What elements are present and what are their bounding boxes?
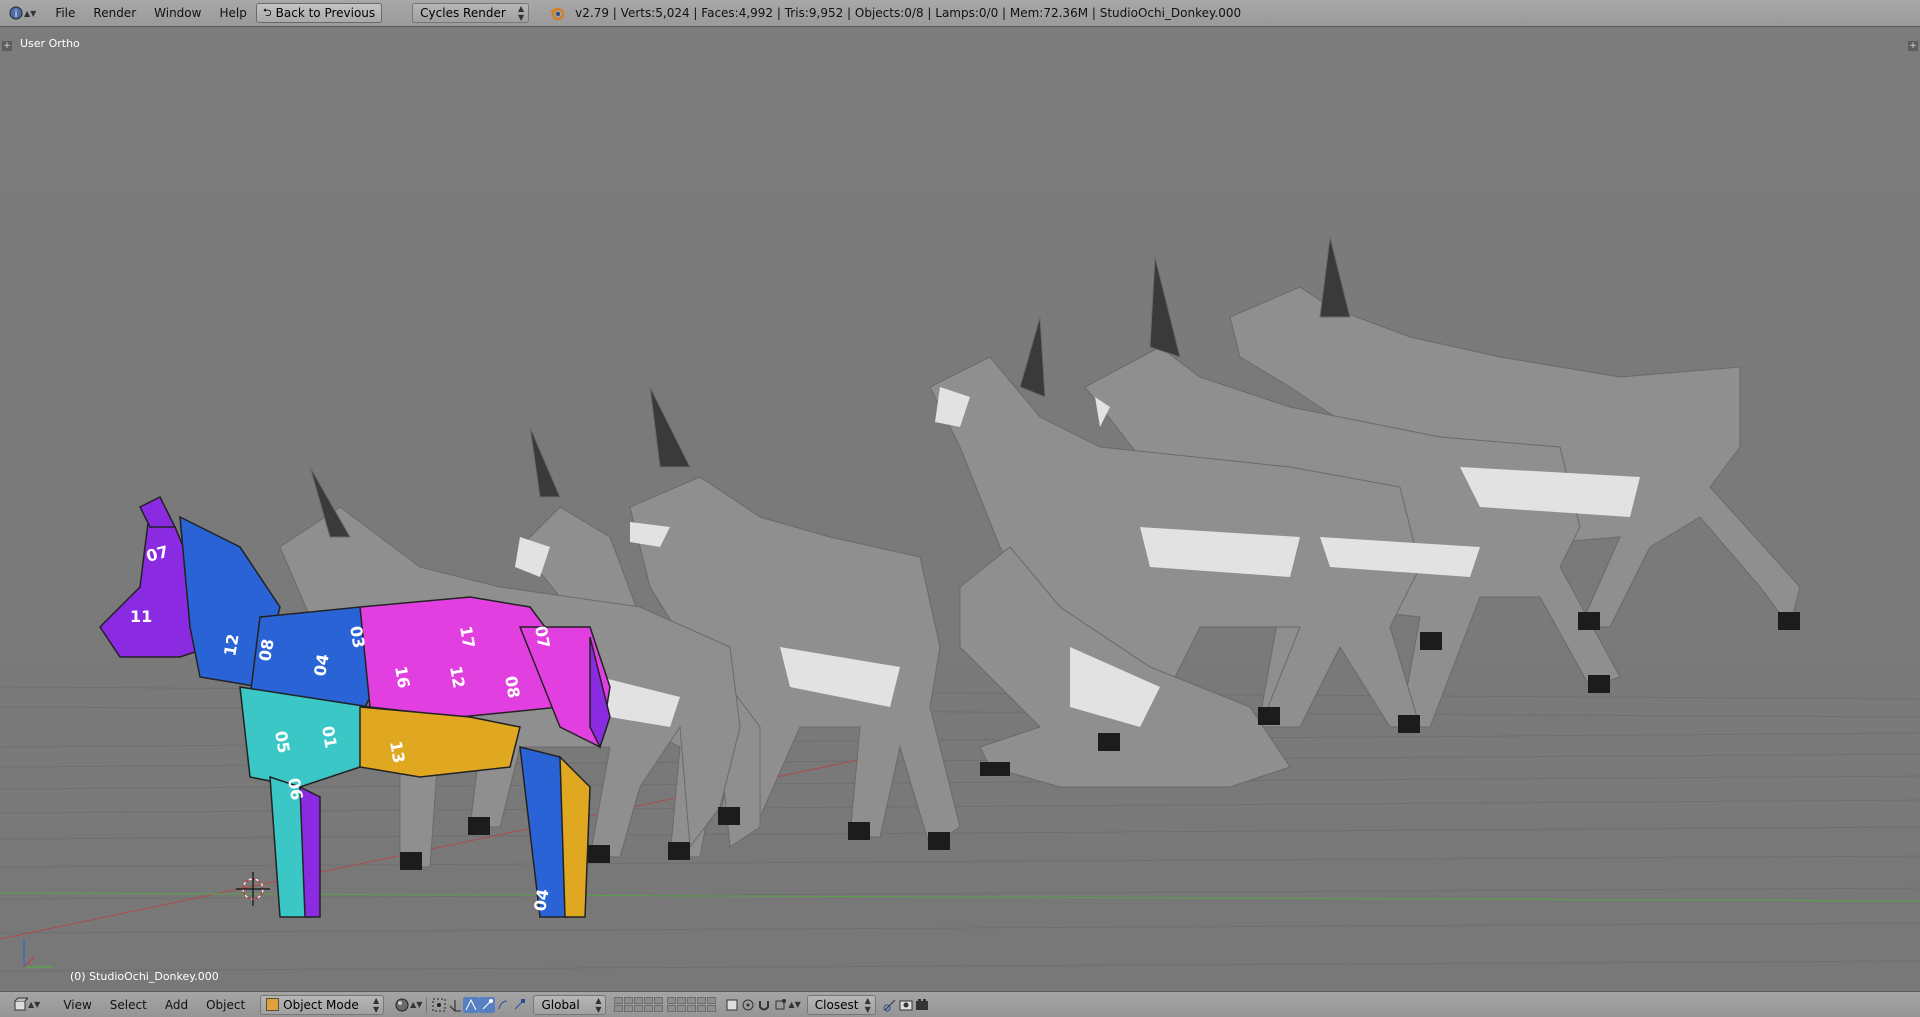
menu-add[interactable]: Add [156, 995, 197, 1015]
manipulator-extra-icon[interactable] [511, 997, 527, 1013]
dropdown-arrows-icon-2: ▲ ▼ [373, 995, 380, 1014]
uv-num-15: 04 [530, 887, 553, 912]
lock-layers-icon[interactable] [724, 997, 740, 1013]
editor-type-arrows-icon-2[interactable]: ▲▼ [28, 1000, 40, 1009]
menu-view[interactable]: View [54, 995, 100, 1015]
render-animation-icon[interactable] [914, 997, 930, 1013]
uv-num-5: 05 [271, 729, 294, 754]
snap-target-label: Closest [814, 997, 859, 1012]
orientation-label: Global [541, 997, 580, 1012]
render-engine-select[interactable]: Cycles Render ▲ ▼ [412, 3, 530, 23]
uv-num-2: 08 [255, 637, 278, 662]
back-arrow-icon: ⮌ [262, 6, 272, 19]
uv-num-3: 12 [220, 632, 243, 657]
menu-window[interactable]: Window [145, 3, 210, 23]
scene-stats: v2.79 | Verts:5,024 | Faces:4,992 | Tris… [575, 6, 1242, 20]
editor-type-arrows-icon[interactable]: ▲▼ [24, 9, 36, 18]
3d-viewport[interactable]: 07 11 08 12 04 05 01 06 13 16 12 08 07 1… [0, 27, 1920, 991]
dropdown-arrows-icon-3: ▲ ▼ [595, 995, 602, 1014]
uv-num-10: 12 [446, 664, 469, 689]
proportional-editing-icon[interactable] [740, 997, 756, 1013]
layer-buttons-right[interactable] [667, 997, 717, 1012]
render-engine-label: Cycles Render [420, 6, 506, 20]
back-to-previous-button[interactable]: ⮌ Back to Previous [255, 3, 383, 23]
dropdown-arrows-icon: ▲ ▼ [518, 4, 525, 22]
uv-num-8: 13 [386, 739, 409, 764]
viewport-scene[interactable]: 07 11 08 12 04 05 01 06 13 16 12 08 07 1… [0, 27, 1920, 991]
rotate-manipulator-icon[interactable] [479, 996, 496, 1013]
viewport-shading-icon[interactable] [394, 997, 410, 1013]
uv-num-6: 01 [318, 724, 341, 749]
uv-num-14: 03 [346, 624, 369, 649]
layer-buttons-left[interactable] [614, 997, 664, 1012]
editor-type-icon[interactable]: i [8, 5, 24, 21]
toolshelf-toggle-icon[interactable]: + [2, 41, 12, 51]
view-mode-label: User Ortho [20, 37, 80, 50]
object-mode-label: Object Mode [283, 997, 359, 1012]
snap-magnet-icon[interactable] [756, 997, 772, 1013]
menu-select[interactable]: Select [101, 995, 156, 1015]
info-header: i ▲▼ File Render Window Help ⮌ Back to P… [0, 0, 1920, 27]
render-image-icon[interactable] [898, 997, 914, 1013]
uv-num-11: 08 [501, 674, 524, 699]
uv-num-9: 16 [391, 664, 414, 689]
translate-manipulator-icon[interactable] [463, 996, 480, 1013]
svg-text:i: i [15, 9, 18, 20]
transform-manipulator-icon[interactable] [447, 997, 463, 1013]
menu-file[interactable]: File [46, 3, 84, 23]
separator [426, 996, 428, 1013]
menu-object[interactable]: Object [197, 995, 254, 1015]
pivot-point-icon[interactable] [431, 997, 447, 1013]
transform-orientation-select[interactable]: Global ▲ ▼ [533, 994, 607, 1015]
active-object-label: (0) StudioOchi_Donkey.000 [70, 970, 219, 983]
scale-manipulator-icon[interactable] [495, 997, 511, 1013]
menu-help[interactable]: Help [210, 3, 255, 23]
blender-logo-icon [549, 5, 565, 21]
uv-num-4: 04 [310, 652, 333, 677]
uv-num-1: 11 [130, 607, 152, 626]
object-mode-cube-icon [266, 997, 280, 1011]
interaction-mode-select[interactable]: Object Mode ▲ ▼ [260, 994, 385, 1015]
uv-num-12: 07 [531, 624, 554, 649]
snap-align-rotation-icon[interactable] [882, 997, 898, 1013]
view3d-editor-icon[interactable] [12, 997, 28, 1013]
back-to-previous-label: Back to Previous [275, 6, 376, 20]
properties-toggle-icon[interactable]: + [1908, 41, 1918, 51]
snap-element-icon[interactable] [772, 997, 788, 1013]
shading-arrows-icon[interactable]: ▲▼ [410, 1000, 422, 1009]
snap-target-select[interactable]: Closest ▲ ▼ [806, 994, 876, 1015]
dropdown-arrows-icon-4: ▲ ▼ [864, 995, 871, 1014]
uv-num-7: 06 [284, 776, 307, 801]
uv-num-13: 17 [456, 624, 479, 649]
snap-arrows-icon[interactable]: ▲▼ [788, 1000, 800, 1009]
view3d-header: ▲▼ View Select Add Object Object Mode ▲ ▼… [0, 991, 1920, 1017]
menu-render[interactable]: Render [84, 3, 145, 23]
